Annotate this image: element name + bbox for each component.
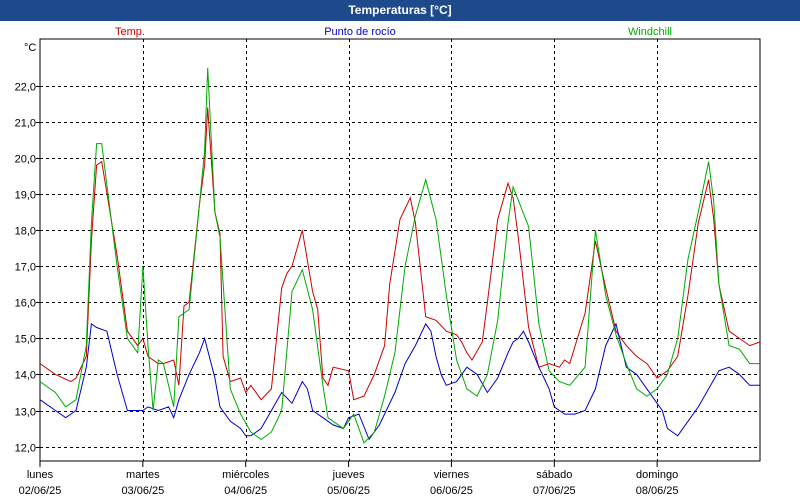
chart-area: 12,0 13,0 14,0 15,0 16,0 17,0 18,0 19,0 20,0 21,0… <box>0 21 800 500</box>
x-tick-date-label: 02/06/25 <box>19 485 62 497</box>
x-tick-date-label: 08/06/25 <box>636 485 679 497</box>
y-tick-label: 15,0 <box>15 334 36 346</box>
x-tick-day-label: domingo <box>636 469 678 481</box>
x-tick-date-label: 06/06/25 <box>430 485 473 497</box>
window-title: Temperaturas [°C] <box>0 0 800 21</box>
y-tick-label: 14,0 <box>15 370 36 382</box>
y-tick-label: 18,0 <box>15 226 36 238</box>
y-tick-label: 13,0 <box>15 407 36 419</box>
x-tick-day-label: lunes <box>27 469 54 481</box>
legend-label: Temp. <box>115 26 145 38</box>
x-tick-day-label: martes <box>126 469 160 481</box>
y-tick-label: 22,0 <box>15 82 36 94</box>
y-tick-label: 17,0 <box>15 262 36 274</box>
x-tick-day-label: miércoles <box>222 469 270 481</box>
x-tick-day-label: jueves <box>332 469 365 481</box>
y-tick-label: 19,0 <box>15 190 36 202</box>
x-tick-day-label: viernes <box>434 469 470 481</box>
legend-label: Punto de rocío <box>324 26 396 38</box>
x-tick-date-label: 07/06/25 <box>533 485 576 497</box>
plot-frame <box>39 38 761 462</box>
legend-label: Windchill <box>628 26 672 38</box>
y-tick-label: 16,0 <box>15 298 36 310</box>
y-tick-label: 20,0 <box>15 154 36 166</box>
x-tick-day-label: sábado <box>536 469 572 481</box>
temperature-chart: 12,0 13,0 14,0 15,0 16,0 17,0 18,0 19,0 20,0 21,0… <box>15 26 761 497</box>
y-tick-label: 21,0 <box>15 118 36 130</box>
x-tick-date-label: 05/06/25 <box>327 485 370 497</box>
x-tick-date-label: 03/06/25 <box>121 485 164 497</box>
y-tick-label: 12,0 <box>15 443 36 455</box>
x-tick-date-label: 04/06/25 <box>224 485 267 497</box>
y-axis-unit: °C <box>24 42 36 54</box>
